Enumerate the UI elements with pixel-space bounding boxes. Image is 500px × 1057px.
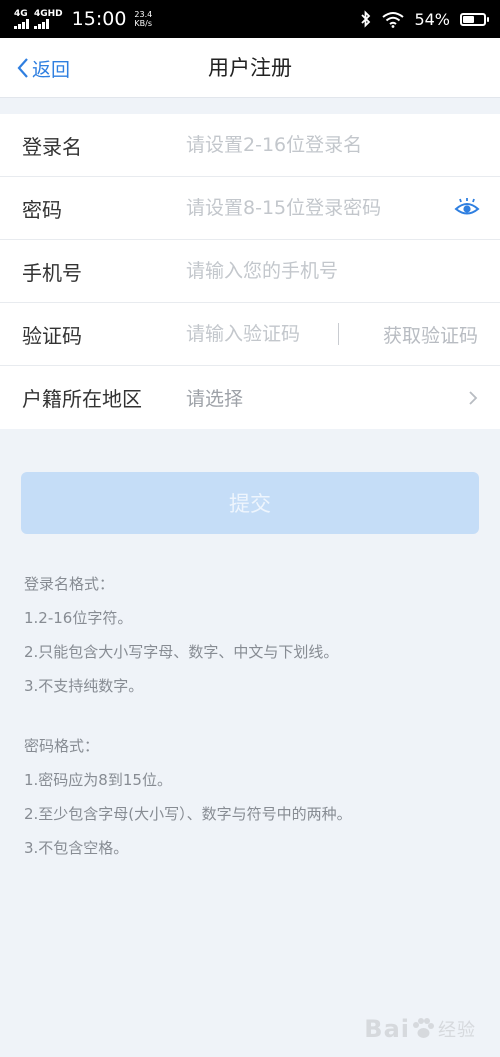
login-rule: 1.2-16位字符。 [24,609,133,627]
get-code-button[interactable]: 获取验证码 [383,321,478,348]
watermark: Bai 经验 [364,1015,476,1043]
network-speed: 23.4 KB/s [134,10,152,28]
chevron-left-icon [17,58,28,78]
login-format-title: 登录名格式： [24,575,115,593]
phone-label: 手机号 [22,260,82,285]
password-label: 密码 [22,197,62,222]
password-rule: 3.不包含空格。 [24,839,129,857]
sim1-signal: 4G [14,8,29,29]
battery-percentage: 54% [414,9,450,29]
network-speed-unit: KB/s [134,19,153,28]
sim2-signal: 4GHD [34,8,63,29]
sim2-label: 4GHD [34,8,63,19]
clock: 15:00 [71,8,127,30]
password-input[interactable] [186,187,440,229]
login-name-input[interactable] [186,124,480,166]
back-button-label: 返回 [32,58,71,81]
verification-code-input[interactable] [186,313,330,355]
login-rule: 3.不支持纯数字。 [24,677,144,695]
paw-logo-icon [413,1018,434,1038]
login-name-row: 登录名 [0,114,500,177]
page-title: 用户注册 [208,56,292,80]
nav-bar: 返回 用户注册 [0,38,500,98]
bluetooth-icon [361,10,371,28]
signal-icon [34,18,49,29]
eye-icon[interactable] [454,197,480,219]
region-label: 户籍所在地区 [22,387,142,411]
login-name-label: 登录名 [22,134,82,159]
verification-code-label: 验证码 [22,323,82,348]
status-right: 54% [360,9,489,29]
battery-icon [460,12,489,26]
status-bar: 4G 4GHD 15:00 23.4 KB/s 54% [0,0,500,38]
divider [338,323,339,345]
password-rule: 2.至少包含字母(大小写）、数字与符号中的两种。 [24,805,352,823]
back-button[interactable]: 返回 [16,38,70,98]
format-notes: 登录名格式： 1.2-16位字符。 2.只能包含大小写字母、数字、中文与下划线。… [24,567,484,865]
verification-code-row: 验证码 获取验证码 [0,303,500,366]
watermark-main: Bai [364,1015,410,1043]
region-select[interactable]: 请选择 [186,384,243,411]
phone-input[interactable] [186,250,480,292]
password-row: 密码 [0,177,500,240]
network-speed-value: 23.4 [134,10,153,19]
chevron-right-icon [469,391,478,405]
watermark-sub: 经验 [438,1020,476,1041]
region-row[interactable]: 户籍所在地区 请选择 [0,366,500,429]
login-rule: 2.只能包含大小写字母、数字、中文与下划线。 [24,643,339,661]
phone-row: 手机号 [0,240,500,303]
registration-form: 登录名 密码 手机号 验证码 获取验证码 户籍所在地区 请选择 [0,114,500,429]
password-rule: 1.密码应为8到15位。 [24,771,172,789]
password-format-title: 密码格式： [24,737,100,755]
submit-button[interactable]: 提交 [21,472,479,534]
sim1-label: 4G [14,8,28,19]
wifi-icon [382,11,405,28]
battery-fill [463,15,474,23]
signal-icon [14,18,29,29]
